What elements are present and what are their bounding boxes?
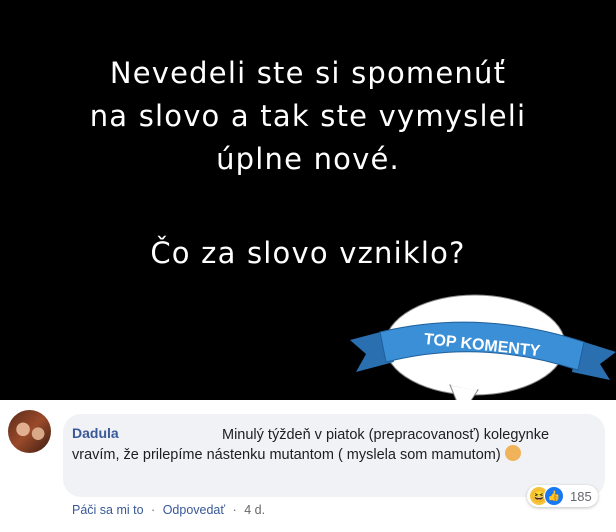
woman-shrugging-icon <box>504 445 521 461</box>
reaction-count: 185 <box>570 488 592 504</box>
meme-question: Čo za slovo vzniklo? <box>150 236 466 270</box>
headline-line-1: Nevedeli ste si spomenúť <box>109 56 507 90</box>
comment-actions: Páči sa mi to · Odpovedať · 4 d. <box>72 503 265 517</box>
comment-text: Minulý týždeň v piatok (prepracovanosť) … <box>72 427 550 463</box>
meme-headline: Nevedeli ste si spomenúť na slovo a tak … <box>0 52 616 181</box>
action-separator: · <box>232 503 237 517</box>
avatar[interactable] <box>8 410 51 453</box>
action-separator: · <box>151 503 156 517</box>
like-icon: 👍 <box>544 486 564 506</box>
headline-line-3: úplne nové. <box>216 142 400 176</box>
comment-body: Minulý týždeň v piatok (prepracovanosť) … <box>72 425 592 465</box>
comment-author[interactable]: Dadula <box>72 425 119 441</box>
like-link[interactable]: Páči sa mi to <box>72 503 144 517</box>
reaction-summary[interactable]: 😆 👍 185 <box>527 485 598 507</box>
reply-link[interactable]: Odpovedať <box>163 503 225 517</box>
headline-line-2: na slovo a tak ste vymysleli <box>89 99 527 133</box>
comment-timestamp[interactable]: 4 d. <box>244 503 265 517</box>
top-komenty-badge: TOP KOMENTY <box>350 294 616 415</box>
meme-image: Nevedeli ste si spomenúť na slovo a tak … <box>0 0 616 415</box>
